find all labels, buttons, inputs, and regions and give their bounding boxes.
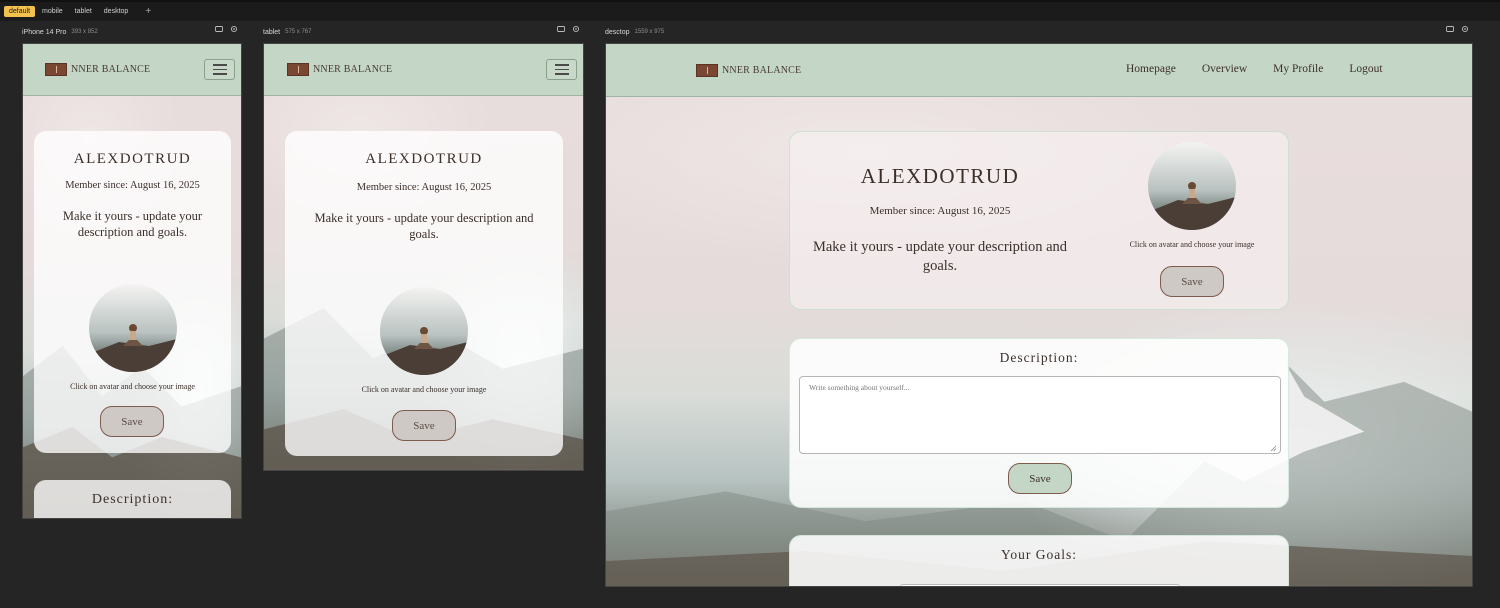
navbar: NNER BALANCE xyxy=(23,44,241,96)
goals-input[interactable] xyxy=(900,584,1180,586)
tablet-frame-header: tablet 575 x 767 xyxy=(263,22,311,42)
frame-name: iPhone 14 Pro xyxy=(22,28,67,36)
avatar-hint: Click on avatar and choose your image xyxy=(361,385,487,394)
username: ALEXDOTRUD xyxy=(860,164,1020,188)
description-title: Description: xyxy=(999,350,1079,365)
logo-icon xyxy=(696,63,718,77)
nav-links: Homepage Overview My Profile Logout xyxy=(1126,63,1383,75)
logo-text: NNER BALANCE xyxy=(71,64,151,75)
desktop-preview: NNER BALANCE Homepage Overview My Profil… xyxy=(605,43,1473,587)
logo[interactable]: NNER BALANCE xyxy=(287,63,392,76)
resize-handle-icon[interactable] xyxy=(1270,445,1277,452)
save-button[interactable]: Save xyxy=(1160,266,1224,297)
frame-size: 1559 x 975 xyxy=(634,29,665,35)
tablet-preview: NNER BALANCE ALEXDOTRUD Member since: Au… xyxy=(263,43,584,471)
save-button[interactable]: Save xyxy=(392,410,456,441)
menu-icon[interactable] xyxy=(204,59,235,80)
nav-logout[interactable]: Logout xyxy=(1349,63,1382,75)
navbar: NNER BALANCE xyxy=(264,44,583,96)
logo-text: NNER BALANCE xyxy=(313,64,393,75)
frame-size: 575 x 767 xyxy=(285,29,312,35)
frame-name: desctop xyxy=(605,28,630,36)
avatar-hint: Click on avatar and choose your image xyxy=(70,382,195,391)
username: ALEXDOTRUD xyxy=(73,151,192,167)
avatar[interactable] xyxy=(89,284,177,372)
member-since: Member since: August 16, 2025 xyxy=(869,205,1011,217)
menu-icon[interactable] xyxy=(546,59,577,80)
settings-icon[interactable] xyxy=(572,25,580,33)
profile-card: ALEXDOTRUD Member since: August 16, 2025… xyxy=(34,131,231,453)
rotate-icon[interactable] xyxy=(215,25,223,33)
tab-tablet[interactable]: tablet xyxy=(70,6,97,17)
tab-default[interactable]: default xyxy=(4,6,36,17)
tab-desktop[interactable]: desktop xyxy=(99,6,134,17)
description-input[interactable] xyxy=(799,376,1281,454)
profile-card: ALEXDOTRUD Member since: August 16, 2025… xyxy=(285,131,563,456)
nav-homepage[interactable]: Homepage xyxy=(1126,63,1176,75)
member-since: Member since: August 16, 2025 xyxy=(65,180,200,191)
description-title: Description: xyxy=(91,492,174,507)
rotate-icon[interactable] xyxy=(557,25,565,33)
logo[interactable]: NNER BALANCE xyxy=(45,63,150,76)
logo-text: NNER BALANCE xyxy=(722,64,802,76)
description-card: Description: Save xyxy=(789,338,1289,508)
logo-icon xyxy=(287,63,309,76)
desktop-frame-header: desctop 1559 x 975 xyxy=(605,22,664,42)
logo-icon xyxy=(45,63,67,76)
description-card: Description: xyxy=(34,480,231,518)
profile-tagline: Make it yours - update your description … xyxy=(62,209,203,240)
add-view-button[interactable]: + xyxy=(145,6,151,17)
member-since: Member since: August 16, 2025 xyxy=(356,182,492,193)
avatar[interactable] xyxy=(1148,142,1236,230)
settings-icon[interactable] xyxy=(1461,25,1469,33)
navbar: NNER BALANCE Homepage Overview My Profil… xyxy=(606,44,1472,97)
username: ALEXDOTRUD xyxy=(365,151,483,167)
save-button[interactable]: Save xyxy=(100,406,164,437)
rotate-icon[interactable] xyxy=(1446,25,1454,33)
profile-card: ALEXDOTRUD Member since: August 16, 2025… xyxy=(789,131,1289,310)
tab-mobile[interactable]: mobile xyxy=(37,6,68,17)
description-save-button[interactable]: Save xyxy=(1008,463,1072,494)
avatar[interactable] xyxy=(380,287,468,375)
mobile-frame-header: iPhone 14 Pro 393 x 852 xyxy=(22,22,98,42)
goals-title: Your Goals: xyxy=(1000,547,1077,562)
goals-card: Your Goals: xyxy=(789,535,1289,586)
logo[interactable]: NNER BALANCE xyxy=(696,63,802,77)
nav-my-profile[interactable]: My Profile xyxy=(1273,63,1323,75)
avatar-hint: Click on avatar and choose your image xyxy=(1129,240,1255,249)
frame-size: 393 x 852 xyxy=(71,29,98,35)
profile-tagline: Make it yours - update your description … xyxy=(812,239,1068,274)
profile-tagline: Make it yours - update your description … xyxy=(314,211,534,242)
frame-name: tablet xyxy=(263,28,281,36)
settings-icon[interactable] xyxy=(230,25,238,33)
mobile-preview: NNER BALANCE ALEXDOTRUD Member since: Au… xyxy=(22,43,242,519)
view-toolbar: default mobile tablet desktop + xyxy=(0,0,1500,21)
nav-overview[interactable]: Overview xyxy=(1202,63,1247,75)
